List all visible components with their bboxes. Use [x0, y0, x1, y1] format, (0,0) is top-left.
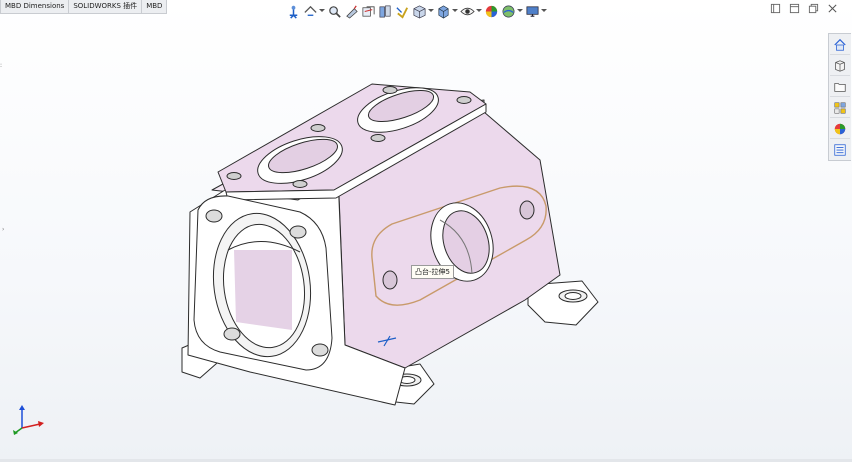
task-pane-view-palette[interactable]: [830, 98, 850, 118]
file-explorer-icon: [834, 82, 846, 92]
heads-up-view-toolbar: [285, 1, 548, 21]
view-settings-button[interactable]: [525, 2, 547, 20]
restore-icon[interactable]: [789, 3, 800, 14]
cube-view-button[interactable]: [436, 2, 458, 20]
tab-solidworks-addins[interactable]: SOLIDWORKS 插件: [68, 0, 143, 14]
dynamic-annotation-views-button[interactable]: [361, 2, 376, 20]
close-icon[interactable]: [827, 3, 838, 14]
chevron-down-icon: [517, 9, 523, 12]
chevron-down-icon: [428, 9, 434, 12]
cube-view-icon: [438, 4, 449, 18]
view-orientation-icon: [379, 5, 391, 17]
edit-appearance-button[interactable]: [484, 2, 499, 20]
chevron-down-icon: [452, 9, 458, 12]
chevron-down-icon: [319, 9, 325, 12]
left-panel-collapse-arrow[interactable]: ›: [2, 226, 4, 233]
minimize-icon[interactable]: [808, 3, 819, 14]
feature-tooltip: 凸台-拉伸5: [411, 265, 454, 279]
zoom-to-area-icon: [304, 5, 317, 16]
task-pane-custom-properties[interactable]: [830, 140, 850, 159]
task-pane: [828, 33, 851, 161]
apply-scene-button[interactable]: [501, 2, 523, 20]
hide-show-items-icon: [413, 5, 426, 18]
hide-show-eye-button[interactable]: [460, 2, 482, 20]
view-palette-icon: [834, 101, 846, 114]
feature-manager-edge[interactable]: [0, 14, 4, 454]
dynamic-annotation-views-icon: [362, 5, 375, 17]
home-icon: [834, 38, 846, 51]
solidworks-graphics-area[interactable]: MBD Dimensions SOLIDWORKS 插件 MBD : › 凸台-…: [0, 0, 852, 462]
tile-icon[interactable]: [770, 3, 781, 14]
chevron-down-icon: [476, 9, 482, 12]
monitor-icon: [526, 5, 539, 17]
pump-housing-model[interactable]: [170, 70, 620, 420]
edit-appearance-icon: [485, 5, 498, 17]
display-style-button[interactable]: [395, 2, 410, 20]
zoom-to-fit-icon: [289, 5, 298, 19]
appearances-icon: [834, 123, 846, 134]
task-pane-file-explorer[interactable]: [830, 77, 850, 97]
tab-strip: MBD Dimensions SOLIDWORKS 插件 MBD: [0, 0, 168, 14]
previous-view-button[interactable]: [327, 2, 342, 20]
hide-show-items-button[interactable]: [412, 2, 434, 20]
zoom-to-area-button[interactable]: [303, 2, 325, 20]
custom-properties-icon: [834, 143, 846, 156]
left-panel-marker: :: [0, 62, 3, 69]
tab-mbd-dimensions[interactable]: MBD Dimensions: [0, 0, 70, 14]
eye-icon: [460, 7, 475, 15]
previous-view-icon: [329, 5, 341, 18]
apply-scene-icon: [502, 5, 515, 17]
task-pane-appearances[interactable]: [830, 119, 850, 139]
reference-triad: [13, 405, 44, 435]
section-view-icon: [346, 5, 358, 19]
task-pane-design-library[interactable]: [830, 56, 850, 76]
tab-mbd[interactable]: MBD: [141, 0, 168, 14]
design-library-icon: [835, 59, 845, 72]
section-view-button[interactable]: [344, 2, 359, 20]
chevron-down-icon: [541, 9, 547, 12]
zoom-to-fit-button[interactable]: [286, 2, 301, 20]
display-style-icon: [396, 6, 409, 19]
view-orientation-button[interactable]: [378, 2, 393, 20]
window-controls: [770, 3, 838, 14]
task-pane-home[interactable]: [830, 35, 850, 55]
